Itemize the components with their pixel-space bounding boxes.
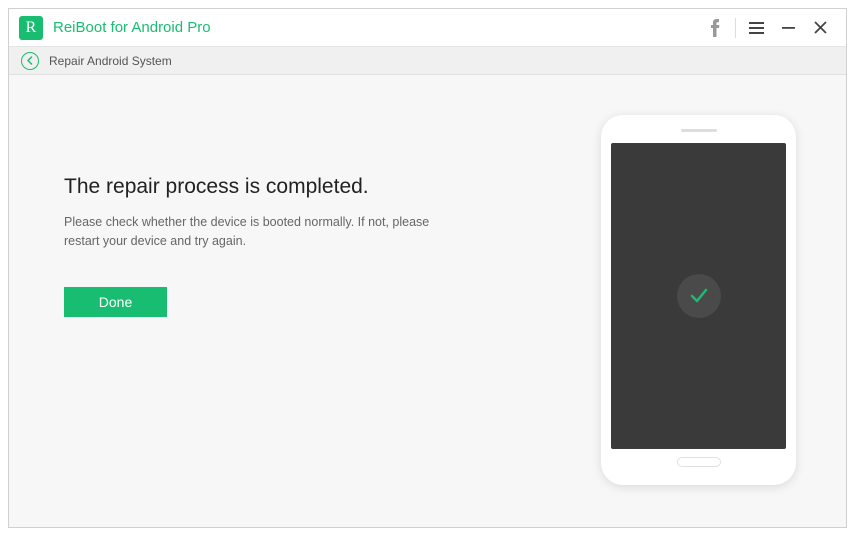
app-logo-letter: R [26, 19, 37, 37]
divider [735, 18, 736, 38]
checkmark-icon [688, 285, 710, 307]
menu-icon[interactable] [740, 12, 772, 44]
done-button[interactable]: Done [64, 287, 167, 317]
left-panel: The repair process is completed. Please … [9, 75, 489, 527]
phone-illustration [601, 115, 796, 485]
close-icon[interactable] [804, 12, 836, 44]
phone-screen [611, 143, 786, 449]
phone-body [601, 115, 796, 485]
headline: The repair process is completed. [64, 175, 489, 199]
breadcrumb-label: Repair Android System [49, 54, 172, 68]
app-window: R ReiBoot for Android Pro Repair Android… [8, 8, 847, 528]
minimize-icon[interactable] [772, 12, 804, 44]
app-title: ReiBoot for Android Pro [53, 19, 699, 36]
app-logo: R [19, 16, 43, 40]
facebook-icon[interactable] [699, 12, 731, 44]
content-area: The repair process is completed. Please … [9, 75, 846, 527]
titlebar-controls [699, 12, 836, 44]
checkmark-circle [677, 274, 721, 318]
subtext: Please check whether the device is boote… [64, 213, 464, 251]
phone-home-button [677, 457, 721, 467]
titlebar: R ReiBoot for Android Pro [9, 9, 846, 47]
back-button[interactable] [21, 52, 39, 70]
phone-speaker [681, 129, 717, 132]
breadcrumb-bar: Repair Android System [9, 47, 846, 75]
